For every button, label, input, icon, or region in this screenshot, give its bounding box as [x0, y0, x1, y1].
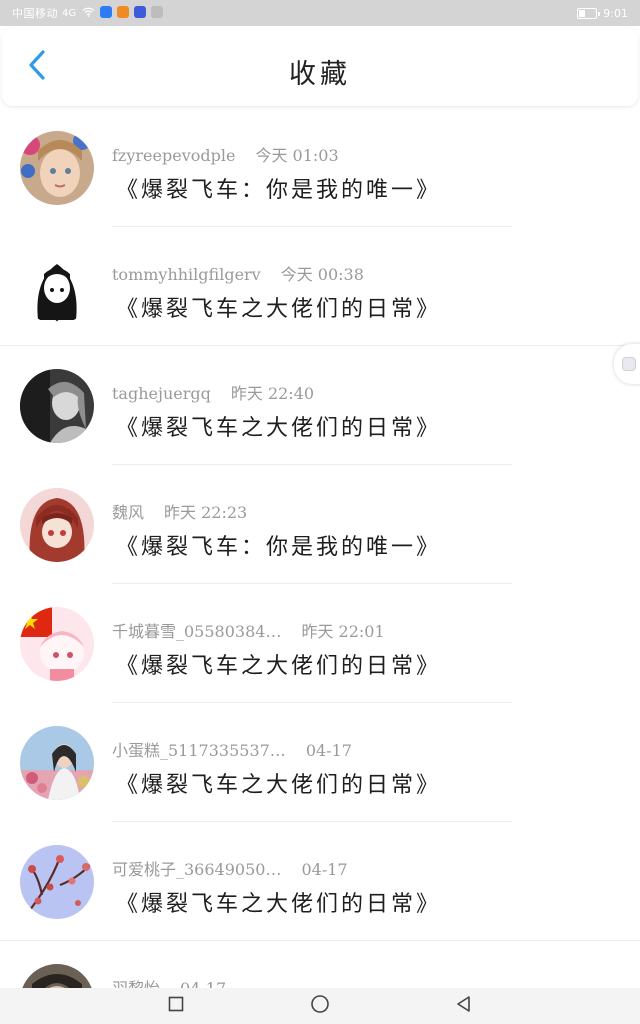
floating-assistant-tab[interactable]	[614, 344, 640, 384]
avatar-blossom-sky	[20, 845, 94, 919]
timestamp: 04-17	[301, 860, 348, 879]
avatar-anime-red-hood	[20, 488, 94, 562]
screen: 中国移动 4G 9:01 收藏 fzyreepevodple 今天 01:03 《爆…	[0, 0, 640, 1024]
triangle-back-icon	[455, 995, 473, 1017]
avatar[interactable]	[20, 250, 94, 324]
home-button[interactable]	[308, 994, 332, 1018]
avatar[interactable]	[20, 369, 94, 443]
item-meta: 小蛋糕_5117335537… 04-17	[112, 737, 352, 761]
username[interactable]: 可爱桃子_36649050…	[112, 860, 281, 879]
header-bar: 收藏	[2, 28, 638, 106]
item-meta: taghejuergq 昨天 22:40	[112, 380, 314, 404]
recent-apps-button[interactable]	[164, 994, 188, 1018]
carrier-label: 中国移动	[12, 7, 58, 20]
favorite-title[interactable]: 《爆裂飞车：你是我的唯一》	[116, 529, 441, 561]
favorite-title[interactable]: 《爆裂飞车之大佬们的日常》	[116, 767, 441, 799]
page-title: 收藏	[289, 59, 351, 90]
avatar-girl-flowers	[20, 131, 94, 205]
nav-back-button[interactable]	[452, 994, 476, 1018]
play-app-icon	[117, 5, 130, 18]
favorite-item[interactable]: 魏风 昨天 22:23 《爆裂飞车：你是我的唯一》	[0, 469, 640, 588]
favorite-title[interactable]: 《爆裂飞车：你是我的唯一》	[116, 172, 441, 204]
timestamp: 今天 00:38	[280, 265, 364, 284]
timestamp: 昨天 22:01	[301, 622, 385, 641]
assistant-icon	[622, 357, 636, 371]
favorite-item[interactable]: 小蛋糕_5117335537… 04-17 《爆裂飞车之大佬们的日常》	[0, 707, 640, 826]
divider	[112, 583, 512, 584]
username[interactable]: 千城暮雪_05580384…	[112, 622, 281, 641]
avatar[interactable]	[20, 726, 94, 800]
battery-icon	[577, 7, 601, 19]
username[interactable]: taghejuergq	[112, 384, 211, 403]
timestamp: 昨天 22:40	[230, 384, 315, 403]
square-icon	[168, 996, 184, 1016]
divider	[112, 702, 512, 703]
favorite-item[interactable]: 可爱桃子_36649050… 04-17 《爆裂飞车之大佬们的日常》	[0, 826, 640, 945]
status-bar: 中国移动 4G 9:01	[0, 0, 640, 26]
circle-icon	[310, 994, 330, 1018]
divider	[112, 464, 512, 465]
favorite-title[interactable]: 《爆裂飞车之大佬们的日常》	[116, 410, 441, 442]
avatar[interactable]	[20, 488, 94, 562]
misc-app-icon	[151, 5, 164, 18]
item-meta: 可爱桃子_36649050… 04-17	[112, 856, 348, 880]
username[interactable]: 魏风	[112, 503, 144, 522]
item-meta: tommyhhilgfilgerv 今天 00:38	[112, 261, 364, 285]
avatar[interactable]	[20, 845, 94, 919]
system-nav-bar	[0, 988, 640, 1024]
avatar-bw-portrait	[20, 369, 94, 443]
favorite-title[interactable]: 《爆裂飞车之大佬们的日常》	[116, 886, 441, 918]
favorite-item[interactable]: fzyreepevodple 今天 01:03 《爆裂飞车：你是我的唯一》	[0, 112, 640, 231]
username[interactable]: tommyhhilgfilgerv	[112, 265, 261, 284]
avatar[interactable]	[20, 607, 94, 681]
divider	[112, 226, 512, 227]
favorite-item[interactable]: 千城暮雪_05580384… 昨天 22:01 《爆裂飞车之大佬们的日常》	[0, 588, 640, 707]
favorite-title[interactable]: 《爆裂飞车之大佬们的日常》	[116, 648, 441, 680]
divider	[112, 821, 512, 822]
item-meta: fzyreepevodple 今天 01:03	[112, 142, 339, 166]
status-right: 9:01	[577, 7, 628, 20]
timestamp: 今天 01:03	[255, 146, 339, 165]
avatar-anime-sketch	[20, 250, 94, 324]
app-icons	[95, 5, 164, 21]
shield-app-icon	[100, 5, 113, 18]
music-app-icon	[134, 5, 147, 18]
favorite-item[interactable]: tommyhhilgfilgerv 今天 00:38 《爆裂飞车之大佬们的日常》	[0, 231, 640, 350]
divider	[0, 940, 640, 941]
item-meta: 魏风 昨天 22:23	[112, 499, 247, 523]
item-meta: 千城暮雪_05580384… 昨天 22:01	[112, 618, 385, 642]
divider	[0, 345, 640, 346]
wifi-icon	[82, 6, 95, 20]
avatar-anime-flag	[20, 607, 94, 681]
avatar[interactable]	[20, 131, 94, 205]
avatar-girl-garden	[20, 726, 94, 800]
username[interactable]: fzyreepevodple	[112, 146, 235, 165]
favorite-item[interactable]: taghejuergq 昨天 22:40 《爆裂飞车之大佬们的日常》	[0, 350, 640, 469]
username[interactable]: 小蛋糕_5117335537…	[112, 741, 286, 760]
clock: 9:01	[603, 6, 628, 20]
favorites-list: fzyreepevodple 今天 01:03 《爆裂飞车：你是我的唯一》 tomm…	[0, 112, 640, 1024]
favorite-title[interactable]: 《爆裂飞车之大佬们的日常》	[116, 291, 441, 323]
timestamp: 04-17	[305, 741, 352, 760]
signal-label: 4G	[62, 7, 77, 19]
timestamp: 昨天 22:23	[164, 503, 248, 522]
